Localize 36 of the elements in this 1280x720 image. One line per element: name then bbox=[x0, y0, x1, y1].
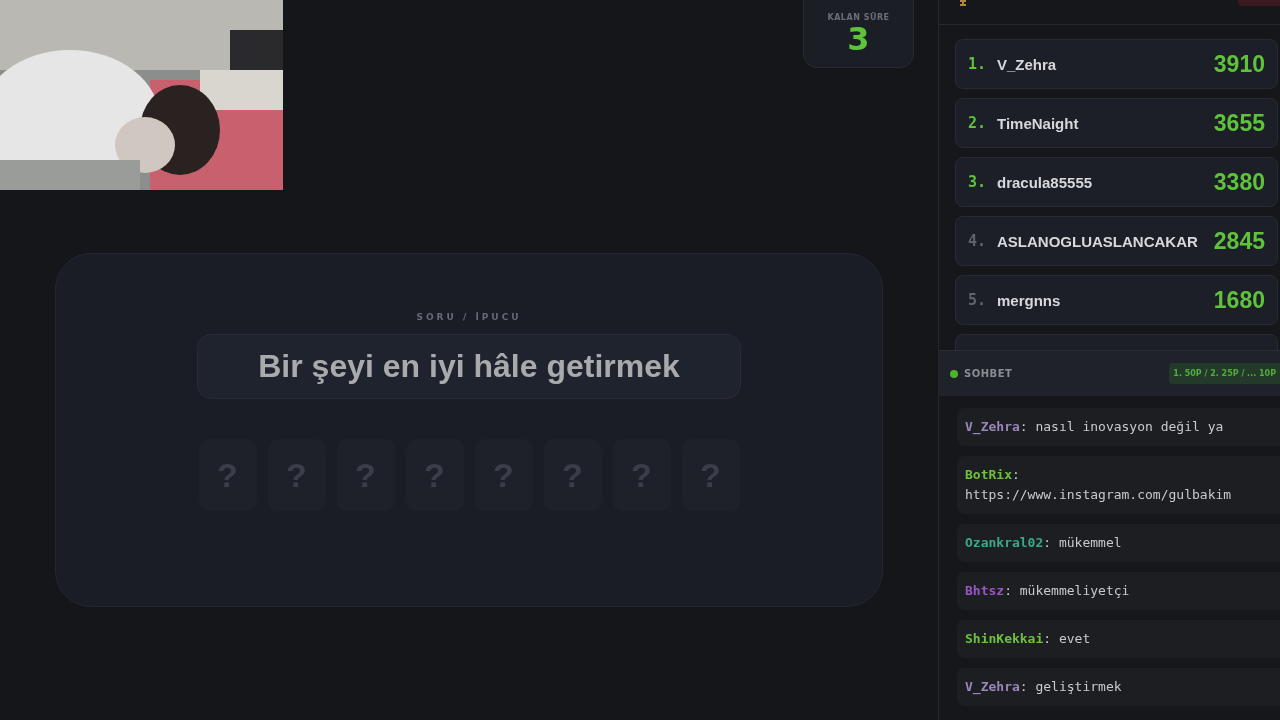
letter-tile: ? bbox=[681, 439, 740, 511]
player-score: 2845 bbox=[1213, 227, 1265, 255]
timer-label: KALAN SÜRE bbox=[827, 12, 890, 22]
player-score: 3655 bbox=[1213, 109, 1265, 137]
player-name: ASLANOGLUASLANCAKAR bbox=[997, 232, 1199, 250]
letter-tile: ? bbox=[336, 439, 395, 511]
rank-number: 4. bbox=[968, 232, 988, 250]
player-score: 1680 bbox=[1213, 286, 1265, 314]
chat-message: V_Zehra: geliştirmek bbox=[957, 668, 1280, 706]
letter-tile: ? bbox=[474, 439, 533, 511]
chat-message: V_Zehra: nasıl inovasyon değil ya bbox=[957, 408, 1280, 446]
chat-message: BotRix: https://www.instagram.com/gulbakim bbox=[957, 456, 1280, 514]
trophy-icon bbox=[957, 0, 969, 6]
chat-message: Bhtsz: mükemmeliyetçi bbox=[957, 572, 1280, 610]
question-label: SORU / İPUCU bbox=[416, 312, 522, 322]
timer-value: 3 bbox=[847, 21, 870, 57]
chat-message: Ozankral02: mükemmel bbox=[957, 524, 1280, 562]
letter-tile: ? bbox=[543, 439, 602, 511]
chat-message: ShinKekkai: evet bbox=[957, 620, 1280, 658]
rank-number: 1. bbox=[968, 55, 988, 73]
player-name: V_Zehra bbox=[997, 55, 1058, 73]
letter-tile: ? bbox=[405, 439, 464, 511]
letter-tile: ? bbox=[267, 439, 326, 511]
question-text: Bir şeyi en iyi hâle getirmek bbox=[197, 334, 741, 399]
player-name: mergnns bbox=[997, 291, 1062, 309]
player-score: 3380 bbox=[1213, 168, 1265, 196]
letter-tile: ? bbox=[612, 439, 671, 511]
rank-number: 3. bbox=[968, 173, 988, 191]
rank-number: 2. bbox=[968, 114, 988, 132]
player-score: 3910 bbox=[1213, 50, 1265, 78]
rank-number: 5. bbox=[968, 291, 988, 309]
player-name: TimeNaight bbox=[997, 114, 1080, 132]
points-badge: 1. 50P / 2. 25P / ... 10P bbox=[1169, 363, 1280, 384]
letter-tile: ? bbox=[198, 439, 257, 511]
player-name: dracula85555 bbox=[997, 173, 1094, 191]
chat-title: SOHBET bbox=[964, 368, 1014, 379]
